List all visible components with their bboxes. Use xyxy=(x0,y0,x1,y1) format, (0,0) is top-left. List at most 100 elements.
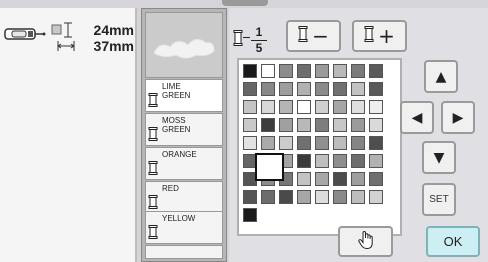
palette-swatch[interactable] xyxy=(351,190,365,204)
thread-color-list: LIME GREEN MOSS GREEN ORANGE RED YELLOW xyxy=(141,8,227,262)
color-name: LIME GREEN xyxy=(162,82,191,100)
palette-swatch[interactable] xyxy=(297,100,311,114)
color-entry-lime-green[interactable]: LIME GREEN xyxy=(145,79,223,112)
palette-swatch[interactable] xyxy=(261,100,275,114)
list-bottom-area xyxy=(145,245,223,259)
palette-swatch[interactable] xyxy=(333,100,347,114)
palette-swatch[interactable] xyxy=(279,100,293,114)
palette-swatch[interactable] xyxy=(369,64,383,78)
palette-swatch[interactable] xyxy=(261,118,275,132)
palette-swatch[interactable] xyxy=(315,64,329,78)
palette-swatch[interactable] xyxy=(333,154,347,168)
palette-swatch[interactable] xyxy=(279,64,293,78)
color-entry-red[interactable]: RED xyxy=(145,181,223,214)
palette-swatch[interactable] xyxy=(279,190,293,204)
up-arrow-icon: ▲ xyxy=(435,68,447,85)
left-arrow-icon: ◀ xyxy=(411,109,423,126)
color-name: MOSS GREEN xyxy=(162,116,191,134)
palette-swatch[interactable] xyxy=(297,154,311,168)
thread-total: 5 xyxy=(255,41,263,55)
palette-swatch[interactable] xyxy=(243,100,257,114)
thread-bobbin-icon xyxy=(298,26,308,46)
palette-swatch[interactable] xyxy=(315,118,329,132)
color-entry-orange[interactable]: ORANGE xyxy=(145,147,223,180)
palette-swatch[interactable] xyxy=(369,154,383,168)
ok-button[interactable]: OK xyxy=(426,226,480,257)
palette-swatch[interactable] xyxy=(243,118,257,132)
color-name: ORANGE xyxy=(162,150,197,159)
palette-swatch[interactable] xyxy=(333,82,347,96)
palette-swatch[interactable] xyxy=(297,172,311,186)
palette-swatch[interactable] xyxy=(369,82,383,96)
palette-swatch[interactable] xyxy=(369,136,383,150)
palette-swatch[interactable] xyxy=(351,100,365,114)
thread-bobbin-icon xyxy=(364,26,374,46)
right-arrow-icon: ▶ xyxy=(452,109,464,126)
palette-swatch[interactable] xyxy=(315,154,329,168)
palette-swatch[interactable] xyxy=(315,172,329,186)
palette-swatch[interactable] xyxy=(351,118,365,132)
palette-swatch[interactable] xyxy=(243,208,257,222)
palette-swatch[interactable] xyxy=(297,136,311,150)
palette-swatch[interactable] xyxy=(315,190,329,204)
palette-swatch[interactable] xyxy=(261,190,275,204)
palette-swatch[interactable] xyxy=(333,64,347,78)
color-entry-yellow[interactable]: YELLOW xyxy=(145,211,223,244)
plus-label: + xyxy=(378,24,395,48)
embroidery-frame-icon xyxy=(4,25,46,47)
palette-swatch[interactable] xyxy=(351,64,365,78)
palette-swatch[interactable] xyxy=(333,172,347,186)
palette-swatch[interactable] xyxy=(369,190,383,204)
palette-swatch[interactable] xyxy=(369,172,383,186)
palette-swatch[interactable] xyxy=(297,82,311,96)
design-preview xyxy=(145,12,223,78)
palette-swatch[interactable] xyxy=(297,190,311,204)
palette-swatch[interactable] xyxy=(297,64,311,78)
palette-swatch[interactable] xyxy=(261,136,275,150)
palette-swatch[interactable] xyxy=(369,118,383,132)
palette-swatch[interactable] xyxy=(297,118,311,132)
left-arrow-button[interactable]: ◀ xyxy=(400,101,434,134)
palette-swatch[interactable] xyxy=(333,190,347,204)
palette-swatch[interactable] xyxy=(261,82,275,96)
next-color-button[interactable]: + xyxy=(352,20,407,52)
minus-label: − xyxy=(312,24,329,48)
palette-swatch[interactable] xyxy=(315,100,329,114)
thread-bobbin-icon xyxy=(148,92,158,111)
color-entry-moss-green[interactable]: MOSS GREEN xyxy=(145,113,223,146)
palette-swatch[interactable] xyxy=(351,172,365,186)
horizontal-dimension-icon xyxy=(50,38,76,58)
palette-selection-cursor xyxy=(255,153,284,181)
palette-swatch[interactable] xyxy=(315,82,329,96)
palette-swatch[interactable] xyxy=(279,118,293,132)
palette-swatch[interactable] xyxy=(243,82,257,96)
palette-swatch[interactable] xyxy=(369,100,383,114)
palette-swatch[interactable] xyxy=(315,136,329,150)
palette-swatch[interactable] xyxy=(243,64,257,78)
hand-pointer-icon xyxy=(356,230,376,254)
set-button[interactable]: SET xyxy=(422,183,456,216)
top-tab xyxy=(222,0,268,6)
down-arrow-button[interactable]: ▼ xyxy=(422,141,456,174)
palette-swatch[interactable] xyxy=(243,190,257,204)
thread-bobbin-icon xyxy=(148,126,158,145)
palette-swatch[interactable] xyxy=(351,82,365,96)
palette-swatch[interactable] xyxy=(279,136,293,150)
previous-color-button[interactable]: − xyxy=(286,20,341,52)
hand-button[interactable] xyxy=(338,226,393,257)
up-arrow-button[interactable]: ▲ xyxy=(424,60,458,93)
design-width: 37mm xyxy=(93,38,134,54)
color-palette xyxy=(237,58,402,236)
palette-swatch[interactable] xyxy=(261,64,275,78)
design-info-panel: 24mm 37mm xyxy=(0,8,137,262)
right-arrow-button[interactable]: ▶ xyxy=(441,101,475,134)
palette-swatch[interactable] xyxy=(351,154,365,168)
palette-swatch[interactable] xyxy=(333,118,347,132)
color-name: RED xyxy=(162,184,179,193)
color-name: YELLOW xyxy=(162,214,196,223)
palette-swatch[interactable] xyxy=(279,82,293,96)
palette-swatch[interactable] xyxy=(243,136,257,150)
palette-swatch[interactable] xyxy=(333,136,347,150)
palette-swatch[interactable] xyxy=(351,136,365,150)
fraction-connector xyxy=(243,37,250,38)
